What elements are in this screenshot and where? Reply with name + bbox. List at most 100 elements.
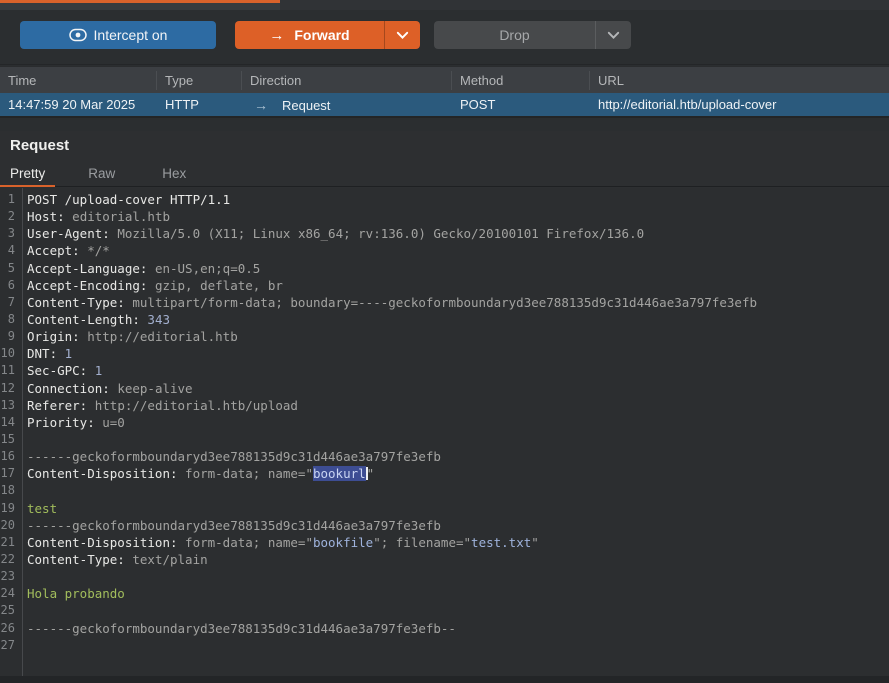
code-text: DNT: 1 [19,345,72,362]
request-editor[interactable]: 1POST /upload-cover HTTP/1.12Host: edito… [0,188,889,683]
code-text: test [19,500,57,517]
active-tab-indicator[interactable] [0,0,280,10]
intercept-toggle-button[interactable]: Intercept on [20,21,216,49]
code-line[interactable]: 12Connection: keep-alive [0,380,889,397]
code-segment-name: Priority: [27,415,95,430]
chevron-down-icon [396,31,409,40]
line-number: 4 [0,242,19,259]
table-row[interactable]: 14:47:59 20 Mar 2025 HTTP →Request POST … [0,93,889,118]
forward-label: Forward [294,27,349,43]
code-line[interactable]: 6Accept-Encoding: gzip, deflate, br [0,277,889,294]
code-line[interactable]: 20------geckoformboundaryd3ee788135d9c31… [0,517,889,534]
row-direction: →Request [242,97,452,113]
row-time: 14:47:59 20 Mar 2025 [0,97,157,112]
code-text: Priority: u=0 [19,414,125,431]
tab-hex[interactable]: Hex [152,163,196,187]
code-line[interactable]: 7Content-Type: multipart/form-data; boun… [0,294,889,311]
code-text: Accept: */* [19,242,110,259]
code-line[interactable]: 3User-Agent: Mozilla/5.0 (X11; Linux x86… [0,225,889,242]
code-segment-value: form-data; name=" [178,535,313,550]
code-line[interactable]: 13Referer: http://editorial.htb/upload [0,397,889,414]
code-segment-value: " [367,466,375,481]
column-header-url[interactable]: URL [590,71,889,90]
code-line[interactable]: 4Accept: */* [0,242,889,259]
code-segment-value [57,346,65,361]
code-segment-name: DNT: [27,346,57,361]
code-text: Content-Disposition: form-data; name="bo… [19,465,374,482]
code-line[interactable]: 18 [0,482,889,499]
code-segment-value: "; filename=" [373,535,471,550]
code-segment-name: Accept-Language: [27,261,147,276]
line-number: 11 [0,362,19,379]
line-number: 14 [0,414,19,431]
code-text: ------geckoformboundaryd3ee788135d9c31d4… [19,620,456,637]
code-segment-name: Sec-GPC: [27,363,87,378]
line-number: 17 [0,465,19,482]
code-text [19,568,27,585]
code-line[interactable]: 9Origin: http://editorial.htb [0,328,889,345]
code-text [19,602,27,619]
tab-raw[interactable]: Raw [78,163,125,187]
forward-dropdown-button[interactable] [384,21,420,49]
code-segment-value: en-US,en;q=0.5 [147,261,260,276]
code-line[interactable]: 14Priority: u=0 [0,414,889,431]
forward-arrow-icon: → [269,27,284,44]
code-line[interactable]: 23 [0,568,889,585]
forward-button[interactable]: → Forward [235,21,384,49]
column-header-direction[interactable]: Direction [242,71,452,90]
code-line[interactable]: 25 [0,602,889,619]
column-header-type[interactable]: Type [157,71,242,90]
drop-button[interactable]: Drop [434,21,595,49]
tab-pretty[interactable]: Pretty [0,163,55,187]
code-line[interactable]: 27 [0,637,889,654]
code-line[interactable]: 19test [0,500,889,517]
code-line[interactable]: 10DNT: 1 [0,345,889,362]
code-text: Connection: keep-alive [19,380,193,397]
code-text: Hola probando [19,585,125,602]
table-header-row: Time Type Direction Method URL [0,66,889,93]
code-segment-value: ------geckoformboundaryd3ee788135d9c31d4… [27,449,441,464]
code-segment-value: */* [80,243,110,258]
code-line[interactable]: 17Content-Disposition: form-data; name="… [0,465,889,482]
code-line[interactable]: 8Content-Length: 343 [0,311,889,328]
code-line[interactable]: 16------geckoformboundaryd3ee788135d9c31… [0,448,889,465]
code-segment-name: User-Agent: [27,226,110,241]
drop-button-group: Drop [434,21,631,49]
drop-dropdown-button[interactable] [595,21,631,49]
code-text: Sec-GPC: 1 [19,362,102,379]
line-number: 1 [0,191,19,208]
code-segment-name: Content-Type: [27,552,125,567]
code-segment-value: ------geckoformboundaryd3ee788135d9c31d4… [27,621,456,636]
editor-bottom-edge [0,676,889,683]
line-number: 2 [0,208,19,225]
code-line[interactable]: 15 [0,431,889,448]
code-text: ------geckoformboundaryd3ee788135d9c31d4… [19,448,441,465]
line-number: 23 [0,568,19,585]
code-segment-value: form-data; name=" [178,466,313,481]
panel-title: Request [10,137,69,154]
code-line[interactable]: 26------geckoformboundaryd3ee788135d9c31… [0,620,889,637]
column-header-time[interactable]: Time [0,71,157,90]
line-number: 12 [0,380,19,397]
code-line[interactable]: 5 Accept-Language: en-US,en;q=0.5 [0,260,889,277]
line-number: 18 [0,482,19,499]
line-number: 5 [0,260,19,277]
code-line[interactable]: 24Hola probando [0,585,889,602]
code-line[interactable]: 2Host: editorial.htb [0,208,889,225]
code-segment-name: Content-Disposition: [27,535,178,550]
column-header-method[interactable]: Method [452,71,590,90]
code-line[interactable]: 21Content-Disposition: form-data; name="… [0,534,889,551]
code-line[interactable]: 11Sec-GPC: 1 [0,362,889,379]
code-text: ------geckoformboundaryd3ee788135d9c31d4… [19,517,441,534]
row-type: HTTP [157,97,242,112]
code-line[interactable]: 22Content-Type: text/plain [0,551,889,568]
code-line[interactable]: 1POST /upload-cover HTTP/1.1 [0,191,889,208]
code-segment-value: Mozilla/5.0 (X11; Linux x86_64; rv:136.0… [110,226,644,241]
code-segment-value: http://editorial.htb [80,329,238,344]
code-segment-num: 343 [147,312,170,327]
code-text: Host: editorial.htb [19,208,170,225]
line-number: 9 [0,328,19,345]
intercept-label: Intercept on [94,27,168,43]
code-text [19,637,27,654]
code-text: Referer: http://editorial.htb/upload [19,397,298,414]
